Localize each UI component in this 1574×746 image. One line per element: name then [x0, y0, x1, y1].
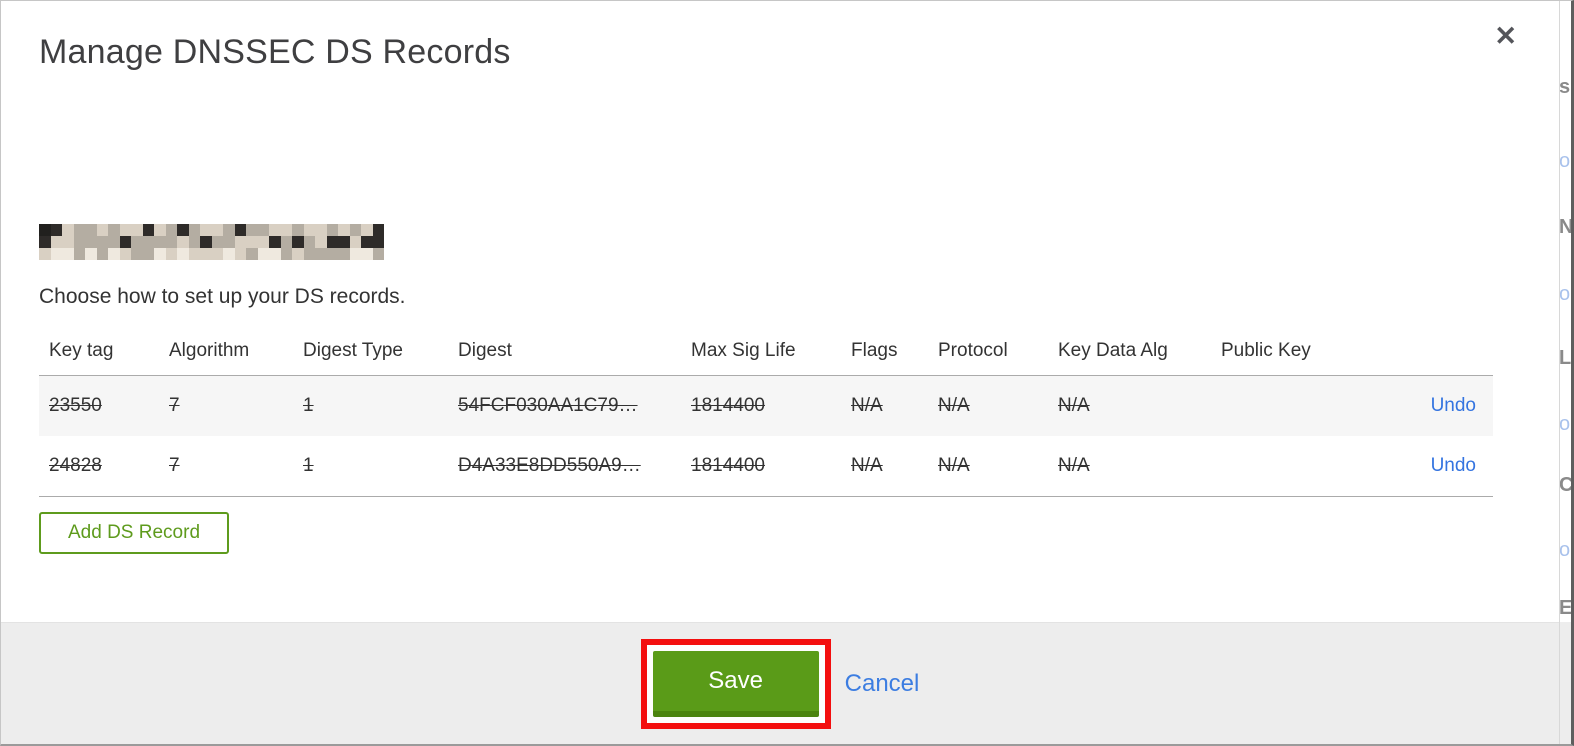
- column-header-public-key: Public Key: [1221, 340, 1311, 361]
- background-page-footer-strip: [1560, 622, 1571, 744]
- page-title: Manage DNSSEC DS Records: [39, 33, 511, 71]
- modal-footer: Save Cancel: [1, 622, 1559, 744]
- cell-digest: D4A33E8DD550A9…: [458, 455, 641, 476]
- redacted-domain-name: [39, 224, 384, 260]
- cell-algorithm: 7: [169, 455, 180, 476]
- background-text-fragment: o: [1560, 413, 1571, 435]
- cell-flags: N/A: [851, 455, 883, 476]
- column-header-digest-type: Digest Type: [303, 340, 403, 361]
- cell-public-key: [1211, 436, 1341, 497]
- dnssec-modal: ✕ Manage DNSSEC DS Records Choose how to…: [1, 1, 1560, 744]
- column-header-key-tag: Key tag: [49, 340, 114, 361]
- background-text-fragment: s: [1560, 76, 1571, 98]
- column-header-max-sig-life: Max Sig Life: [691, 340, 796, 361]
- cell-public-key: [1211, 376, 1341, 437]
- cell-key-data-alg: N/A: [1058, 395, 1090, 416]
- cell-digest-type: 1: [303, 395, 314, 416]
- cell-action: Undo: [1341, 376, 1493, 437]
- background-text-fragment: o: [1560, 539, 1571, 561]
- column-header-action: [1341, 326, 1493, 376]
- background-text-fragment: E: [1560, 598, 1571, 618]
- cell-digest: 54FCF030AA1C79…: [458, 395, 638, 416]
- add-ds-record-button[interactable]: Add DS Record: [39, 512, 230, 554]
- cell-digest-type: 1: [303, 455, 314, 476]
- background-text-fragment: o: [1560, 150, 1571, 172]
- background-text-fragment: L: [1560, 347, 1571, 369]
- table-row: 23550 7 1 54FCF030AA1C79… 1814400 N/A N/…: [39, 375, 1493, 437]
- undo-link[interactable]: Undo: [1431, 395, 1476, 416]
- column-header-protocol: Protocol: [938, 340, 1008, 361]
- background-page-edge: s o No Lo Co E: [1560, 1, 1571, 744]
- column-header-algorithm: Algorithm: [169, 340, 250, 361]
- background-text-fragment: C: [1560, 475, 1571, 495]
- ds-records-table: Key tag Algorithm Digest Type Digest Max…: [39, 326, 1493, 497]
- cell-key-tag: 23550: [49, 395, 102, 416]
- column-header-digest: Digest: [458, 340, 512, 361]
- close-icon[interactable]: ✕: [1494, 23, 1517, 50]
- background-text-fragment: N: [1560, 217, 1571, 237]
- undo-link[interactable]: Undo: [1431, 455, 1476, 476]
- cell-protocol: N/A: [938, 395, 970, 416]
- screenshot-frame: ✕ Manage DNSSEC DS Records Choose how to…: [0, 0, 1574, 746]
- cell-max-sig-life: 1814400: [691, 395, 765, 416]
- background-text-fragment: o: [1560, 283, 1571, 305]
- cell-protocol: N/A: [938, 455, 970, 476]
- instruction-text: Choose how to set up your DS records.: [39, 285, 406, 308]
- cell-key-tag: 24828: [49, 455, 102, 476]
- cell-action: Undo: [1341, 436, 1493, 497]
- cancel-link[interactable]: Cancel: [845, 670, 920, 698]
- column-header-key-data-alg: Key Data Alg: [1058, 340, 1168, 361]
- save-button[interactable]: Save: [652, 650, 819, 717]
- cell-algorithm: 7: [169, 395, 180, 416]
- annotation-highlight-box: Save: [640, 638, 831, 729]
- cell-max-sig-life: 1814400: [691, 455, 765, 476]
- cell-key-data-alg: N/A: [1058, 455, 1090, 476]
- table-row: 24828 7 1 D4A33E8DD550A9… 1814400 N/A N/…: [39, 436, 1493, 497]
- table-header-row: Key tag Algorithm Digest Type Digest Max…: [39, 326, 1493, 376]
- cell-flags: N/A: [851, 395, 883, 416]
- column-header-flags: Flags: [851, 340, 898, 361]
